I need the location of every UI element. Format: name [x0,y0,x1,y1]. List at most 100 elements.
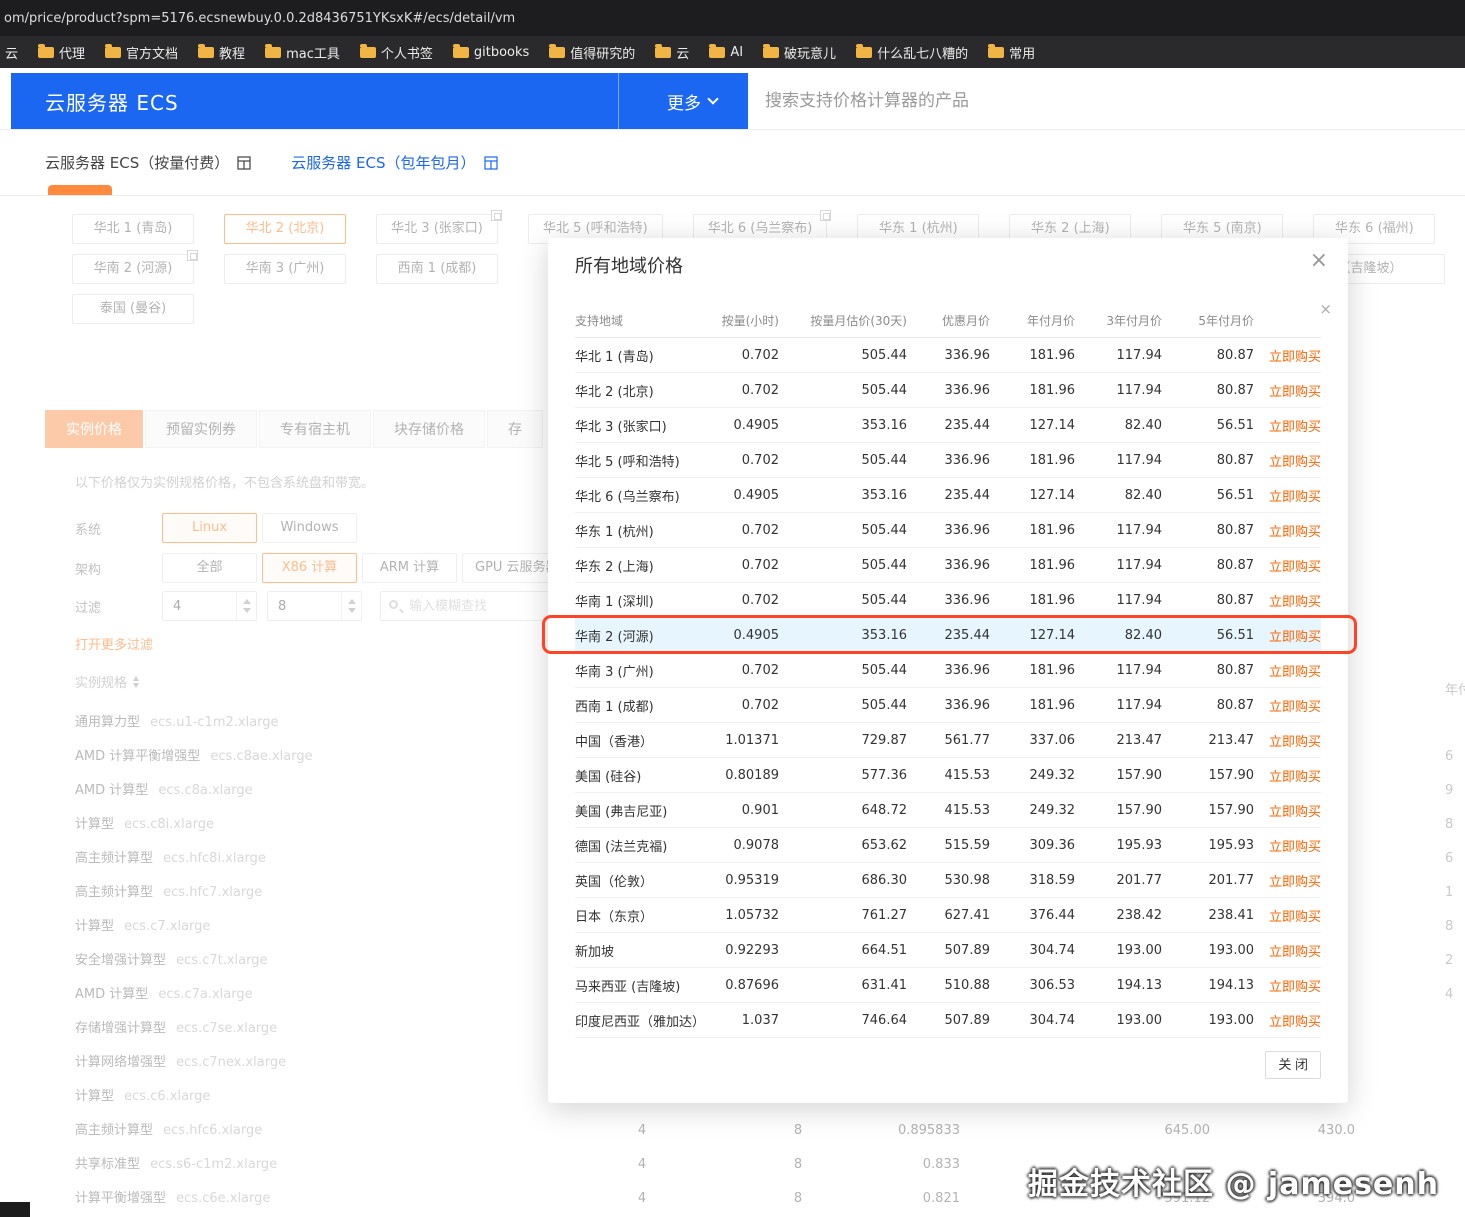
cell-hour: 0.702 [707,523,779,538]
cell-3year: 117.94 [1075,383,1162,398]
cell-month30: 505.44 [779,558,907,573]
bookmark-folder[interactable]: 破玩意儿 [763,43,836,62]
buy-now-link[interactable]: 立即购买 [1269,980,1321,995]
cell-monthly-discount: 336.96 [907,558,990,573]
buy-now-link[interactable]: 立即购买 [1269,910,1321,925]
cell-5year: 193.00 [1162,943,1254,958]
cell-month30: 505.44 [779,593,907,608]
cell-monthly-discount: 415.53 [907,768,990,783]
buy-now-link[interactable]: 立即购买 [1269,595,1321,610]
cell-yearly: 309.36 [990,838,1075,853]
bookmark-label: AI [730,45,743,60]
product-tab[interactable]: 云服务器 ECS（按量付费） [45,152,251,173]
cell-region: 华东 2 (上海) [575,556,707,575]
cell-3year: 193.00 [1075,1013,1162,1028]
bookmark-folder[interactable]: 官方文档 [105,43,178,62]
close-icon[interactable]: × [1310,250,1328,272]
cell-region: 马来西亚 (吉隆坡) [575,976,707,995]
folder-icon [38,47,54,58]
cell-month30: 648.72 [779,803,907,818]
folder-icon [105,47,121,58]
price-table-row: 华南 3 (广州) 0.702 505.44 336.96 181.96 117… [575,653,1321,688]
cell-month30: 653.62 [779,838,907,853]
cell-monthly-discount: 561.77 [907,733,990,748]
cell-5year: 193.00 [1162,1013,1254,1028]
bookmark-folder[interactable]: 云 [655,43,689,62]
buy-now-link[interactable]: 立即购买 [1269,840,1321,855]
cell-region: 德国 (法兰克福) [575,836,707,855]
cell-hour: 0.9078 [707,838,779,853]
buy-now-link[interactable]: 立即购买 [1269,420,1321,435]
cell-region: 新加坡 [575,941,707,960]
folder-icon [856,47,872,58]
buy-now-link[interactable]: 立即购买 [1269,1015,1321,1030]
cell-yearly: 127.14 [990,418,1075,433]
cell-hour: 1.05732 [707,908,779,923]
cell-month30: 746.64 [779,1013,907,1028]
buy-now-link[interactable]: 立即购买 [1269,525,1321,540]
cell-region: 华南 3 (广州) [575,661,707,680]
cell-monthly-discount: 336.96 [907,383,990,398]
buy-now-link[interactable]: 立即购买 [1269,875,1321,890]
cell-3year: 82.40 [1075,488,1162,503]
bookmark-folder[interactable]: 个人书签 [360,43,433,62]
folder-icon [265,47,281,58]
cell-monthly-discount: 336.96 [907,698,990,713]
product-tab[interactable]: 云服务器 ECS（包年包月） [291,152,497,173]
cell-month30: 729.87 [779,733,907,748]
cell-hour: 0.4905 [707,418,779,433]
product-search-input[interactable] [765,78,1405,124]
chevron-down-icon [707,93,718,104]
cell-hour: 0.702 [707,593,779,608]
cell-region: 美国 (硅谷) [575,766,707,785]
buy-now-link[interactable]: 立即购买 [1269,455,1321,470]
close-icon-small[interactable]: × [1319,302,1332,317]
cell-monthly-discount: 336.96 [907,523,990,538]
cell-hour: 0.4905 [707,488,779,503]
cell-region: 华北 5 (呼和浩特) [575,451,707,470]
price-table-row: 西南 1 (成都) 0.702 505.44 336.96 181.96 117… [575,688,1321,723]
bookmark-label: 个人书签 [381,43,433,62]
cell-5year: 80.87 [1162,698,1254,713]
bookmark-folder[interactable]: gitbooks [453,45,529,60]
bookmark-folder[interactable]: 什么乱七八糟的 [856,43,968,62]
modal-close-button[interactable]: 关 闭 [1265,1051,1321,1079]
cell-monthly-discount: 530.98 [907,873,990,888]
cell-region: 日本（东京） [575,906,707,925]
dock-corner-fragment [0,1202,30,1217]
cell-hour: 0.702 [707,698,779,713]
buy-now-link[interactable]: 立即购买 [1269,385,1321,400]
price-table-row: 华南 1 (深圳) 0.702 505.44 336.96 181.96 117… [575,583,1321,618]
cell-5year: 157.90 [1162,803,1254,818]
buy-now-link[interactable]: 立即购买 [1269,560,1321,575]
bookmark-folder[interactable]: 值得研究的 [549,43,635,62]
browser-url-bar[interactable]: om/price/product?spm=5176.ecsnewbuy.0.0.… [0,0,1465,36]
cell-hour: 0.702 [707,558,779,573]
more-menu-button[interactable]: 更多 [636,73,748,129]
col-5year: 5年付月价 [1162,312,1254,329]
buy-now-link[interactable]: 立即购买 [1269,805,1321,820]
buy-now-link[interactable]: 立即购买 [1269,735,1321,750]
bookmark-folder[interactable]: 教程 [198,43,245,62]
buy-now-link[interactable]: 立即购买 [1269,630,1321,645]
buy-now-link[interactable]: 立即购买 [1269,350,1321,365]
cell-month30: 505.44 [779,383,907,398]
buy-now-link[interactable]: 立即购买 [1269,665,1321,680]
cell-month30: 505.44 [779,698,907,713]
price-table-row: 华东 1 (杭州) 0.702 505.44 336.96 181.96 117… [575,513,1321,548]
bookmark-folder[interactable]: 云 [0,43,18,62]
buy-now-link[interactable]: 立即购买 [1269,770,1321,785]
buy-now-link[interactable]: 立即购买 [1269,945,1321,960]
bookmark-folder[interactable]: 常用 [988,43,1035,62]
buy-now-link[interactable]: 立即购买 [1269,490,1321,505]
bookmark-folder[interactable]: 代理 [38,43,85,62]
bookmark-folder[interactable]: mac工具 [265,43,340,62]
bookmark-folder[interactable]: AI [709,45,743,60]
price-table-row: 华北 5 (呼和浩特) 0.702 505.44 336.96 181.96 1… [575,443,1321,478]
price-table-row: 华北 2 (北京) 0.702 505.44 336.96 181.96 117… [575,373,1321,408]
cell-yearly: 181.96 [990,348,1075,363]
cell-region: 华北 2 (北京) [575,381,707,400]
modal-title: 所有地域价格 [575,252,683,278]
buy-now-link[interactable]: 立即购买 [1269,700,1321,715]
folder-icon [763,47,779,58]
